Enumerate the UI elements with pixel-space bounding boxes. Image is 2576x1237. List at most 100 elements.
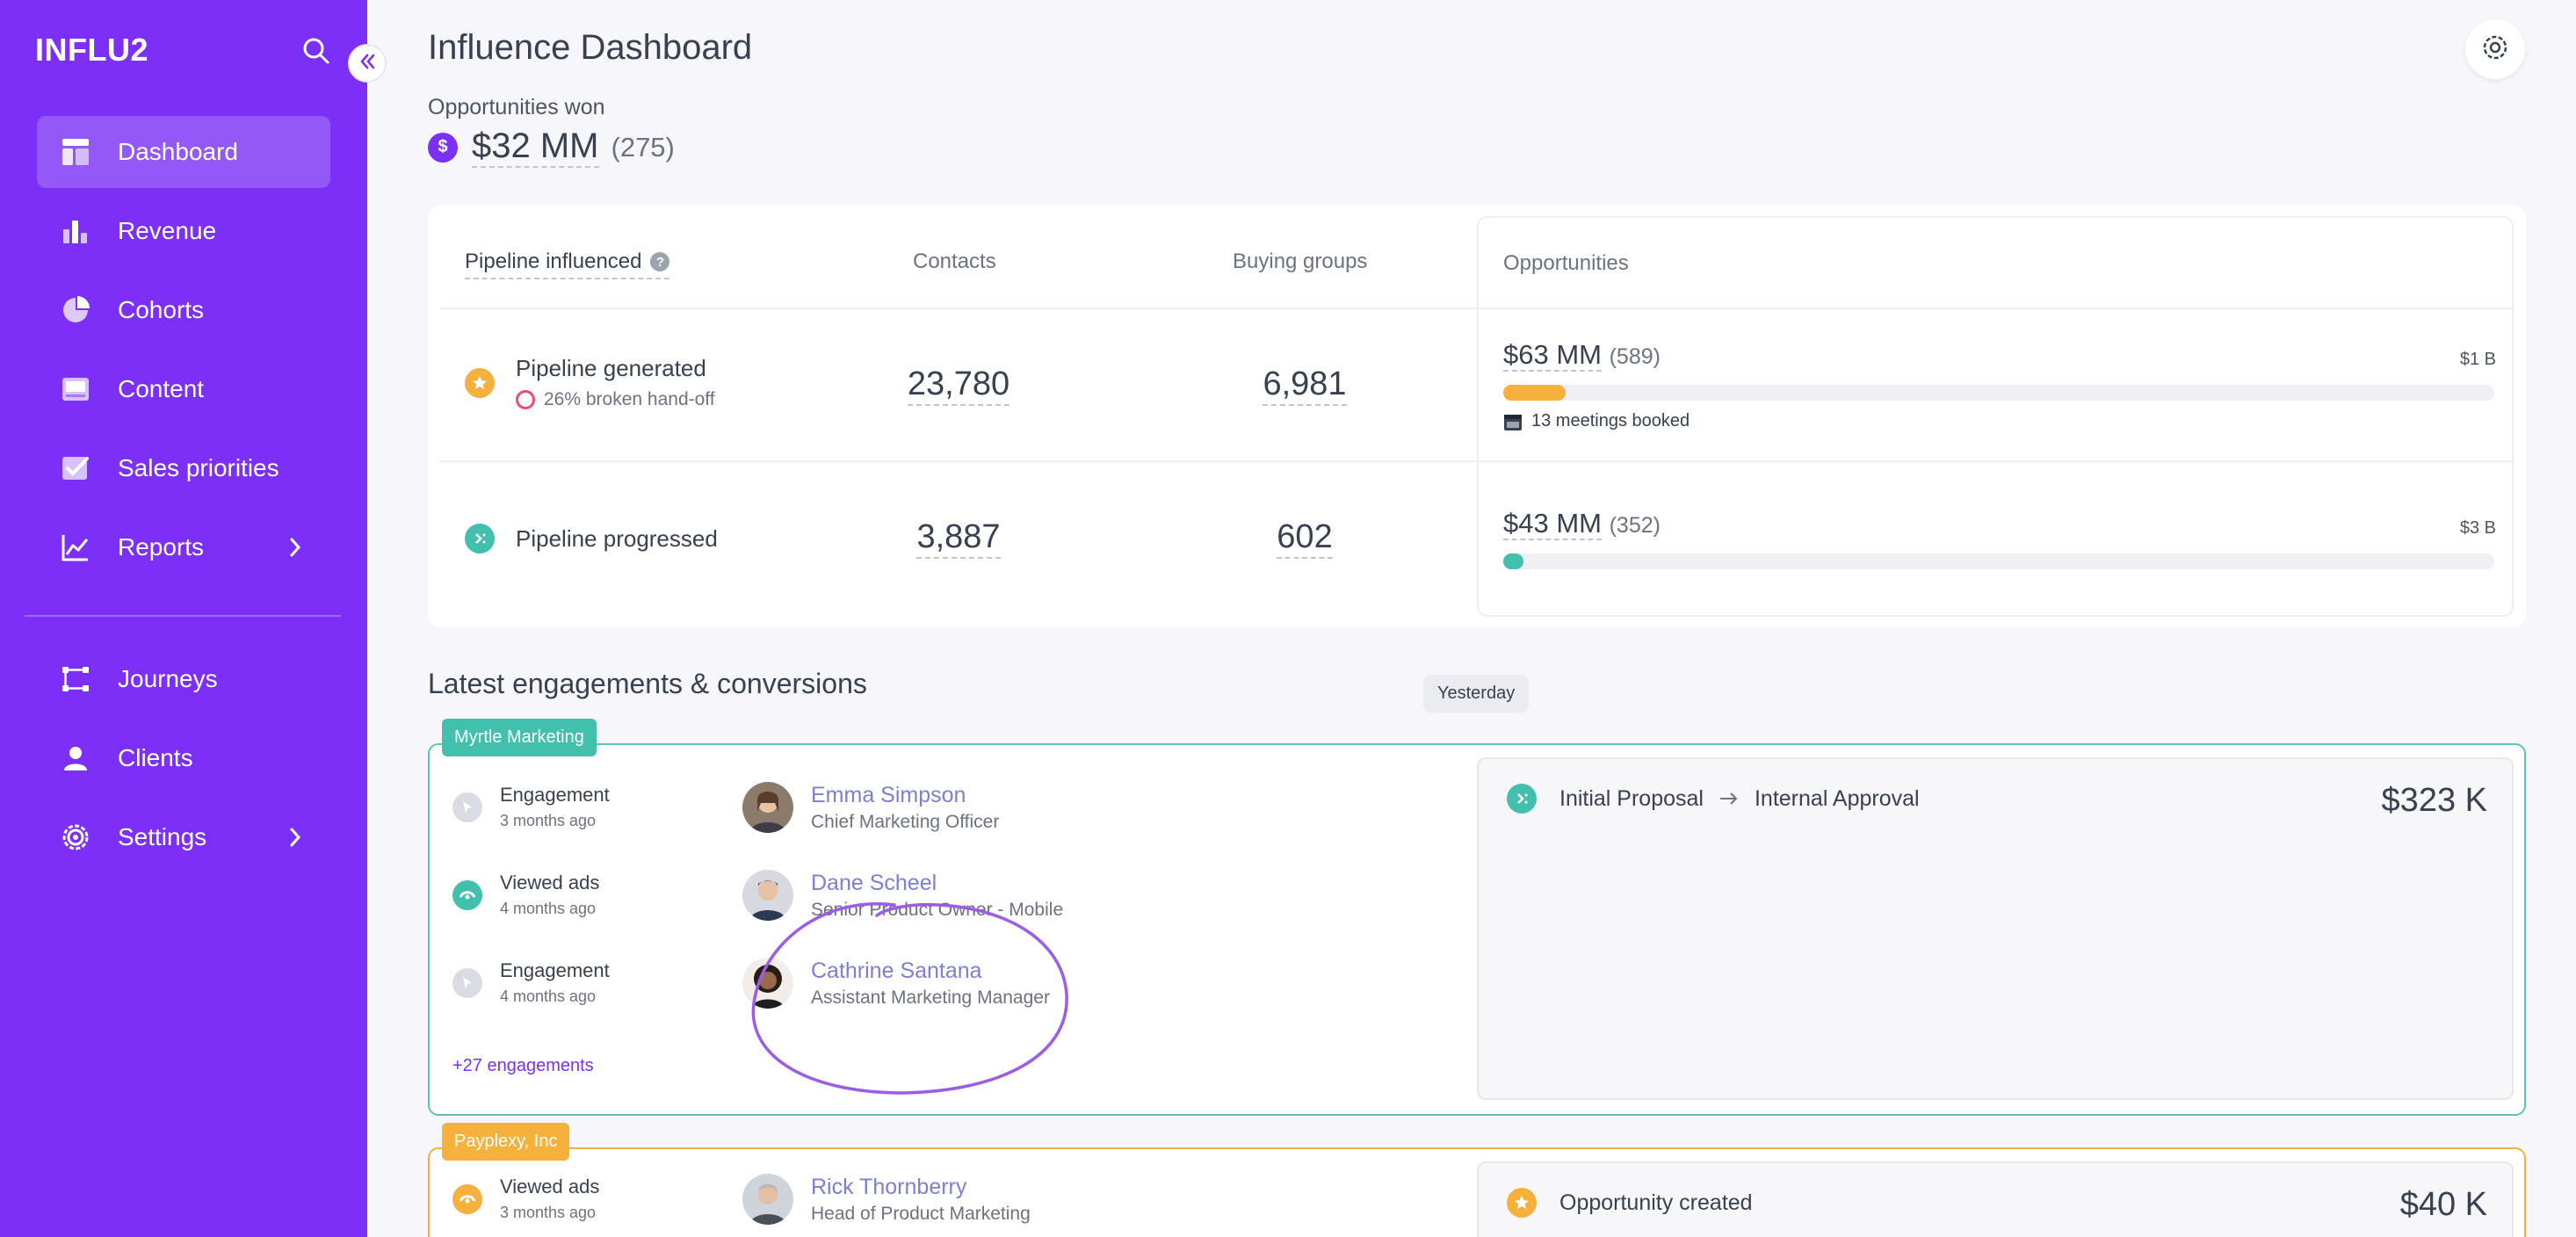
contact-person[interactable]: Dane Scheel Senior Product Owner - Mobil… [742, 870, 1063, 921]
buying-groups-header: Buying groups [1233, 250, 1368, 273]
section-title: Latest engagements & conversions [428, 668, 867, 699]
pipeline-progressed-label: Pipeline progressed [516, 524, 718, 552]
gear-icon [2480, 33, 2510, 67]
sidebar-item-clients[interactable]: Clients [37, 722, 330, 794]
broken-handoff-label: 26% broken hand-off [544, 389, 715, 409]
app-logo[interactable]: INFLU2 [35, 32, 148, 69]
clients-icon [62, 744, 90, 772]
conversion-panel: Initial Proposal Internal Approval $323 … [1477, 757, 2514, 1100]
search-icon[interactable] [299, 33, 334, 69]
collapse-sidebar-button[interactable] [348, 44, 387, 83]
progress-bar [1503, 385, 2494, 401]
pipeline-generated-row: Pipeline generated 26% broken hand-off [465, 355, 715, 410]
buying-groups-value[interactable]: 602 [1199, 518, 1410, 559]
opportunities-won-value[interactable]: $32 MM [472, 127, 599, 168]
contact-name[interactable]: Cathrine Santana [811, 958, 1050, 984]
bar-chart-icon [62, 217, 90, 245]
conversion-amount: $40 K [2399, 1186, 2487, 1223]
engagement-row: Engagement 4 months ago [452, 959, 610, 1006]
engagement-type: Engagement [500, 784, 610, 806]
sidebar-item-revenue[interactable]: Revenue [37, 195, 330, 267]
sidebar-item-reports[interactable]: Reports [37, 511, 330, 583]
contacts-header: Contacts [913, 250, 996, 273]
meetings-label: 13 meetings booked [1531, 411, 1690, 430]
eye-icon [452, 1183, 482, 1214]
content-icon [62, 375, 90, 403]
conversion-label: Opportunity created [1559, 1190, 1753, 1215]
engagement-time: 4 months ago [500, 900, 597, 917]
journeys-icon [62, 665, 90, 693]
sidebar-item-journeys[interactable]: Journeys [37, 643, 330, 715]
chevron-right-icon [283, 825, 308, 850]
gear-icon [62, 823, 90, 851]
conversion-amount: $323 K [2381, 782, 2487, 819]
stage-transition: Initial Proposal Internal Approval [1507, 784, 1920, 814]
company-tag[interactable]: Payplexy, Inc [442, 1123, 570, 1161]
sidebar-item-dashboard[interactable]: Dashboard [37, 116, 330, 188]
opportunities-won-count: (275) [611, 131, 675, 163]
sidebar-item-label: Cohorts [118, 296, 205, 323]
calendar-icon [1503, 412, 1523, 431]
sidebar-item-label: Clients [118, 744, 193, 771]
sidebar-item-content[interactable]: Content [37, 353, 330, 425]
progress-icon [465, 524, 495, 553]
buying-groups-value[interactable]: 6,981 [1199, 365, 1410, 406]
opportunity-amount[interactable]: $63 MM (589) [1503, 339, 1661, 372]
more-engagements-link[interactable]: +27 engagements [452, 1056, 594, 1076]
conversion-row: Opportunity created [1507, 1188, 1753, 1218]
stage-to: Internal Approval [1754, 785, 1920, 811]
sidebar-item-settings[interactable]: Settings [37, 801, 330, 873]
engagement-type: Viewed ads [500, 1176, 600, 1197]
contact-person[interactable]: Cathrine Santana Assistant Marketing Man… [742, 958, 1050, 1009]
engagement-row: Viewed ads 4 months ago [452, 872, 599, 918]
pipeline-progressed-row: Pipeline progressed [465, 524, 718, 553]
avatar [742, 1174, 793, 1225]
contact-person[interactable]: Rick Thornberry Head of Product Marketin… [742, 1174, 1031, 1225]
engagement-type: Engagement [500, 959, 610, 981]
sidebar-item-label: Settings [118, 823, 207, 850]
opportunity-max: $1 B [2459, 350, 2496, 369]
cursor-icon [452, 792, 482, 822]
engagement-time: 3 months ago [500, 1204, 597, 1221]
sidebar-item-cohorts[interactable]: Cohorts [37, 274, 330, 346]
sidebar-item-sales-priorities[interactable]: Sales priorities [37, 432, 330, 504]
contact-role: Senior Product Owner - Mobile [811, 899, 1064, 920]
avatar [742, 870, 793, 921]
help-icon[interactable]: ? [650, 252, 670, 271]
contact-name[interactable]: Emma Simpson [811, 783, 999, 808]
pipeline-generated-label: Pipeline generated [516, 355, 706, 381]
opportunity-amount[interactable]: $43 MM (352) [1503, 508, 1661, 540]
dollar-icon: $ [428, 132, 458, 163]
pie-chart-icon [62, 296, 90, 324]
engagement-type: Viewed ads [500, 872, 600, 893]
sidebar: INFLU2 Dashboard Revenue Cohorts Content… [0, 0, 367, 1237]
pipeline-influenced-title[interactable]: Pipeline influenced ? [465, 250, 670, 279]
contact-role: Chief Marketing Officer [811, 811, 1000, 832]
engagement-card: Payplexy, Inc Viewed ads 3 months ago Ri… [428, 1123, 2526, 1237]
pipeline-influenced-label: Pipeline influenced [465, 250, 642, 273]
sidebar-item-label: Dashboard [118, 138, 238, 165]
conversion-panel: Opportunity created $40 K [1477, 1161, 2514, 1237]
contact-role: Assistant Marketing Manager [811, 987, 1050, 1008]
contact-name[interactable]: Rick Thornberry [811, 1175, 1031, 1200]
contact-person[interactable]: Emma Simpson Chief Marketing Officer [742, 782, 999, 833]
contact-name[interactable]: Dane Scheel [811, 871, 1063, 896]
sidebar-item-label: Revenue [118, 217, 217, 244]
progress-bar [1503, 553, 2494, 569]
opportunity-max: $3 B [2459, 518, 2496, 538]
meetings-booked[interactable]: 13 meetings booked [1503, 411, 1690, 431]
settings-button[interactable] [2465, 19, 2525, 79]
opportunities-panel: Opportunities $63 MM (589) $1 B 13 meeti… [1477, 216, 2514, 617]
arrow-right-icon [1719, 786, 1739, 812]
contacts-value[interactable]: 23,780 [853, 365, 1064, 406]
star-icon [1507, 1188, 1537, 1218]
opportunities-won: $ $32 MM (275) [428, 127, 675, 168]
contact-role: Head of Product Marketing [811, 1203, 1031, 1224]
double-chevron-left-icon [357, 51, 378, 76]
progress-fill [1503, 553, 1523, 569]
chevron-right-icon [283, 535, 308, 560]
avatar [742, 958, 793, 1009]
company-tag[interactable]: Myrtle Marketing [442, 719, 597, 756]
star-icon [465, 367, 495, 398]
contacts-value[interactable]: 3,887 [853, 518, 1064, 559]
